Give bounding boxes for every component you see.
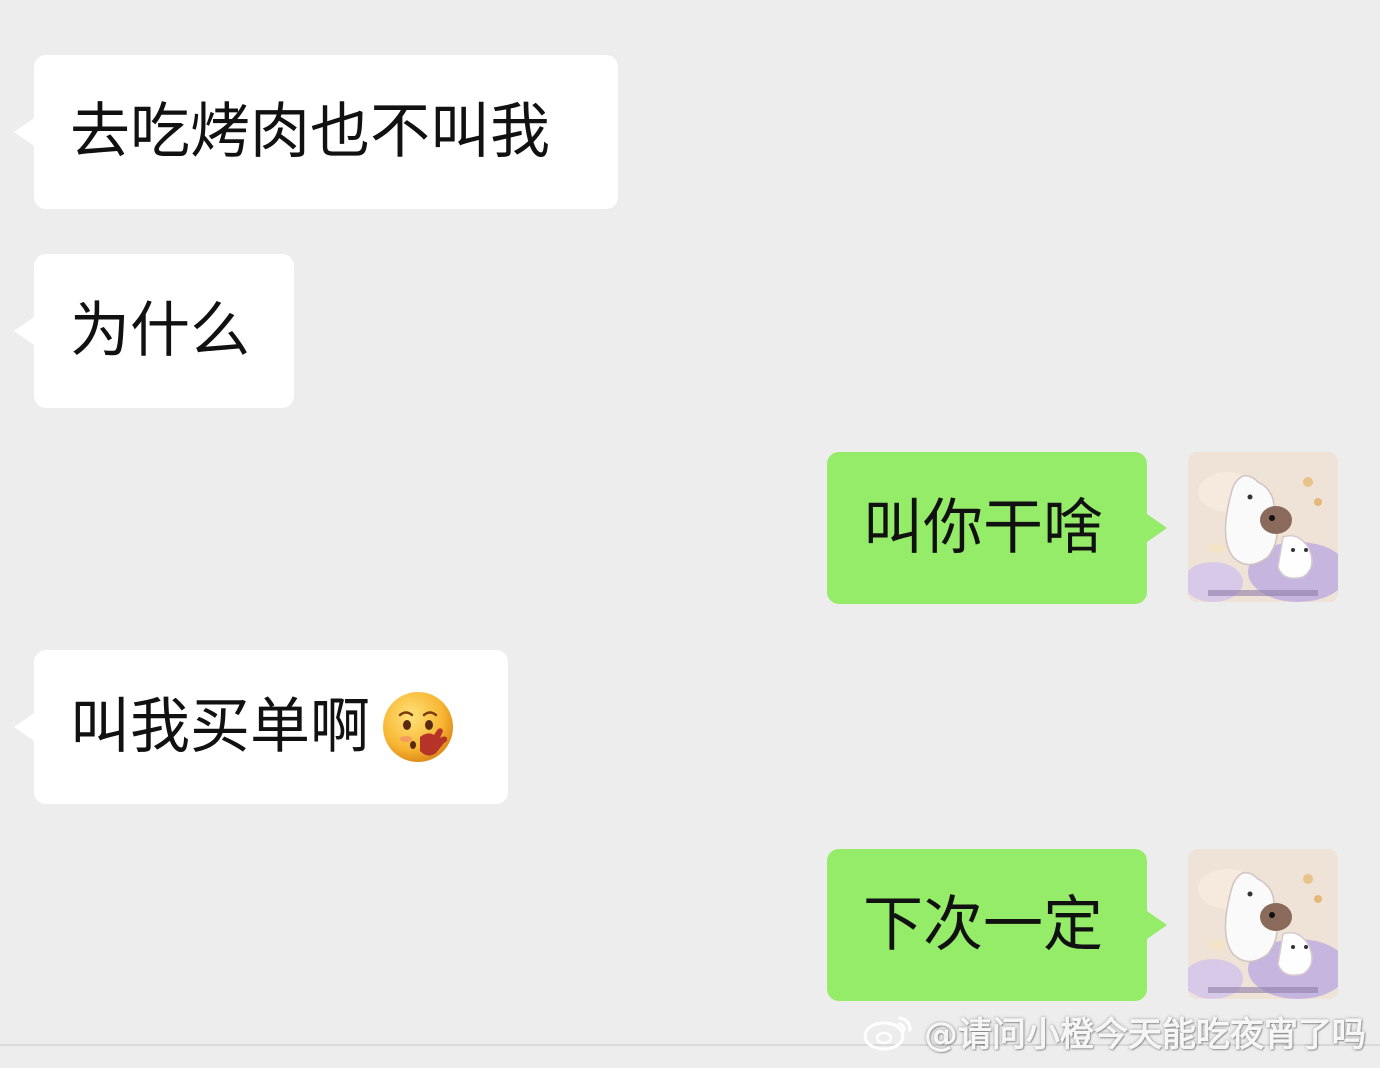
watermark-text: @请问小橙今天能吃夜宵了吗: [924, 1015, 1366, 1055]
avatar-illustration-icon: [1188, 452, 1338, 602]
user-avatar[interactable]: [1188, 452, 1338, 602]
message-bubble-outgoing[interactable]: 下次一定: [827, 849, 1167, 1001]
watermark: @请问小橙今天能吃夜宵了吗: [862, 1007, 1366, 1056]
message-text: 去吃烤肉也不叫我: [70, 97, 550, 167]
message-text: 为什么: [70, 296, 250, 366]
message-bubble-incoming[interactable]: 去吃烤肉也不叫我: [14, 55, 618, 209]
message-bubble-incoming[interactable]: 为什么: [14, 254, 294, 408]
chat-area: 去吃烤肉也不叫我 为什么 叫你干啥 叫我买单啊 下次一定: [0, 0, 1380, 1068]
message-text: 叫我买单啊: [70, 692, 370, 762]
user-avatar[interactable]: [1188, 849, 1338, 999]
message-text: 叫你干啥: [863, 493, 1103, 563]
weibo-logo-icon: [862, 1010, 916, 1054]
message-bubble-incoming[interactable]: 叫我买单啊: [14, 650, 508, 804]
face-with-hand-over-mouth-icon: [380, 689, 456, 765]
message-text: 下次一定: [863, 890, 1103, 960]
avatar-illustration-icon: [1188, 849, 1338, 999]
message-bubble-outgoing[interactable]: 叫你干啥: [827, 452, 1167, 604]
